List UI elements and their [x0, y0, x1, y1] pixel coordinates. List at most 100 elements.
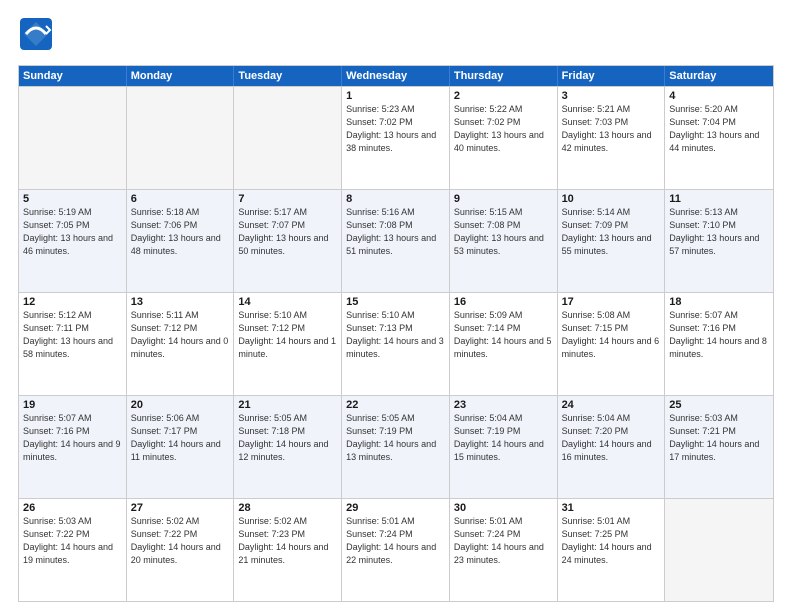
cell-detail: Sunrise: 5:10 AM Sunset: 7:12 PM Dayligh… [238, 309, 337, 361]
day-header-wednesday: Wednesday [342, 66, 450, 86]
calendar-cell: 25Sunrise: 5:03 AM Sunset: 7:21 PM Dayli… [665, 396, 773, 498]
calendar-cell: 21Sunrise: 5:05 AM Sunset: 7:18 PM Dayli… [234, 396, 342, 498]
calendar-cell: 7Sunrise: 5:17 AM Sunset: 7:07 PM Daylig… [234, 190, 342, 292]
cell-detail: Sunrise: 5:05 AM Sunset: 7:19 PM Dayligh… [346, 412, 445, 464]
calendar-week-1: 1Sunrise: 5:23 AM Sunset: 7:02 PM Daylig… [19, 86, 773, 189]
cell-detail: Sunrise: 5:13 AM Sunset: 7:10 PM Dayligh… [669, 206, 769, 258]
calendar-cell: 16Sunrise: 5:09 AM Sunset: 7:14 PM Dayli… [450, 293, 558, 395]
calendar-cell: 18Sunrise: 5:07 AM Sunset: 7:16 PM Dayli… [665, 293, 773, 395]
day-number: 5 [23, 193, 122, 205]
cell-detail: Sunrise: 5:01 AM Sunset: 7:24 PM Dayligh… [454, 515, 553, 567]
cell-detail: Sunrise: 5:03 AM Sunset: 7:22 PM Dayligh… [23, 515, 122, 567]
calendar-cell: 31Sunrise: 5:01 AM Sunset: 7:25 PM Dayli… [558, 499, 666, 601]
calendar-cell: 12Sunrise: 5:12 AM Sunset: 7:11 PM Dayli… [19, 293, 127, 395]
cell-detail: Sunrise: 5:12 AM Sunset: 7:11 PM Dayligh… [23, 309, 122, 361]
calendar-cell [234, 87, 342, 189]
cell-detail: Sunrise: 5:08 AM Sunset: 7:15 PM Dayligh… [562, 309, 661, 361]
cell-detail: Sunrise: 5:15 AM Sunset: 7:08 PM Dayligh… [454, 206, 553, 258]
day-number: 16 [454, 296, 553, 308]
cell-detail: Sunrise: 5:05 AM Sunset: 7:18 PM Dayligh… [238, 412, 337, 464]
calendar-cell: 26Sunrise: 5:03 AM Sunset: 7:22 PM Dayli… [19, 499, 127, 601]
calendar-cell [127, 87, 235, 189]
day-number: 14 [238, 296, 337, 308]
day-number: 7 [238, 193, 337, 205]
day-number: 28 [238, 502, 337, 514]
day-number: 26 [23, 502, 122, 514]
calendar-cell: 22Sunrise: 5:05 AM Sunset: 7:19 PM Dayli… [342, 396, 450, 498]
calendar-header: SundayMondayTuesdayWednesdayThursdayFrid… [19, 66, 773, 86]
calendar-cell: 15Sunrise: 5:10 AM Sunset: 7:13 PM Dayli… [342, 293, 450, 395]
cell-detail: Sunrise: 5:06 AM Sunset: 7:17 PM Dayligh… [131, 412, 230, 464]
calendar-cell: 30Sunrise: 5:01 AM Sunset: 7:24 PM Dayli… [450, 499, 558, 601]
header [18, 16, 774, 57]
day-header-sunday: Sunday [19, 66, 127, 86]
day-number: 19 [23, 399, 122, 411]
cell-detail: Sunrise: 5:03 AM Sunset: 7:21 PM Dayligh… [669, 412, 769, 464]
day-header-friday: Friday [558, 66, 666, 86]
day-number: 10 [562, 193, 661, 205]
calendar-cell: 13Sunrise: 5:11 AM Sunset: 7:12 PM Dayli… [127, 293, 235, 395]
cell-detail: Sunrise: 5:04 AM Sunset: 7:20 PM Dayligh… [562, 412, 661, 464]
cell-detail: Sunrise: 5:23 AM Sunset: 7:02 PM Dayligh… [346, 103, 445, 155]
cell-detail: Sunrise: 5:17 AM Sunset: 7:07 PM Dayligh… [238, 206, 337, 258]
day-header-tuesday: Tuesday [234, 66, 342, 86]
cell-detail: Sunrise: 5:20 AM Sunset: 7:04 PM Dayligh… [669, 103, 769, 155]
day-number: 1 [346, 90, 445, 102]
calendar: SundayMondayTuesdayWednesdayThursdayFrid… [18, 65, 774, 602]
cell-detail: Sunrise: 5:02 AM Sunset: 7:22 PM Dayligh… [131, 515, 230, 567]
cell-detail: Sunrise: 5:16 AM Sunset: 7:08 PM Dayligh… [346, 206, 445, 258]
day-number: 2 [454, 90, 553, 102]
day-number: 17 [562, 296, 661, 308]
cell-detail: Sunrise: 5:22 AM Sunset: 7:02 PM Dayligh… [454, 103, 553, 155]
cell-detail: Sunrise: 5:01 AM Sunset: 7:25 PM Dayligh… [562, 515, 661, 567]
calendar-cell: 17Sunrise: 5:08 AM Sunset: 7:15 PM Dayli… [558, 293, 666, 395]
cell-detail: Sunrise: 5:09 AM Sunset: 7:14 PM Dayligh… [454, 309, 553, 361]
calendar-week-4: 19Sunrise: 5:07 AM Sunset: 7:16 PM Dayli… [19, 395, 773, 498]
logo [18, 16, 58, 57]
calendar-body: 1Sunrise: 5:23 AM Sunset: 7:02 PM Daylig… [19, 86, 773, 601]
calendar-cell: 27Sunrise: 5:02 AM Sunset: 7:22 PM Dayli… [127, 499, 235, 601]
calendar-week-5: 26Sunrise: 5:03 AM Sunset: 7:22 PM Dayli… [19, 498, 773, 601]
cell-detail: Sunrise: 5:02 AM Sunset: 7:23 PM Dayligh… [238, 515, 337, 567]
day-number: 8 [346, 193, 445, 205]
calendar-week-3: 12Sunrise: 5:12 AM Sunset: 7:11 PM Dayli… [19, 292, 773, 395]
day-number: 20 [131, 399, 230, 411]
day-number: 24 [562, 399, 661, 411]
day-number: 30 [454, 502, 553, 514]
cell-detail: Sunrise: 5:14 AM Sunset: 7:09 PM Dayligh… [562, 206, 661, 258]
calendar-cell: 8Sunrise: 5:16 AM Sunset: 7:08 PM Daylig… [342, 190, 450, 292]
day-number: 9 [454, 193, 553, 205]
day-number: 21 [238, 399, 337, 411]
day-number: 3 [562, 90, 661, 102]
day-number: 29 [346, 502, 445, 514]
day-header-saturday: Saturday [665, 66, 773, 86]
day-number: 13 [131, 296, 230, 308]
cell-detail: Sunrise: 5:19 AM Sunset: 7:05 PM Dayligh… [23, 206, 122, 258]
cell-detail: Sunrise: 5:10 AM Sunset: 7:13 PM Dayligh… [346, 309, 445, 361]
calendar-cell: 2Sunrise: 5:22 AM Sunset: 7:02 PM Daylig… [450, 87, 558, 189]
cell-detail: Sunrise: 5:04 AM Sunset: 7:19 PM Dayligh… [454, 412, 553, 464]
day-number: 23 [454, 399, 553, 411]
calendar-week-2: 5Sunrise: 5:19 AM Sunset: 7:05 PM Daylig… [19, 189, 773, 292]
cell-detail: Sunrise: 5:01 AM Sunset: 7:24 PM Dayligh… [346, 515, 445, 567]
cell-detail: Sunrise: 5:07 AM Sunset: 7:16 PM Dayligh… [23, 412, 122, 464]
calendar-cell: 20Sunrise: 5:06 AM Sunset: 7:17 PM Dayli… [127, 396, 235, 498]
cell-detail: Sunrise: 5:18 AM Sunset: 7:06 PM Dayligh… [131, 206, 230, 258]
calendar-cell: 24Sunrise: 5:04 AM Sunset: 7:20 PM Dayli… [558, 396, 666, 498]
day-number: 31 [562, 502, 661, 514]
calendar-cell [665, 499, 773, 601]
calendar-cell: 9Sunrise: 5:15 AM Sunset: 7:08 PM Daylig… [450, 190, 558, 292]
day-number: 12 [23, 296, 122, 308]
calendar-cell: 14Sunrise: 5:10 AM Sunset: 7:12 PM Dayli… [234, 293, 342, 395]
day-header-monday: Monday [127, 66, 235, 86]
day-number: 4 [669, 90, 769, 102]
calendar-cell: 23Sunrise: 5:04 AM Sunset: 7:19 PM Dayli… [450, 396, 558, 498]
day-number: 15 [346, 296, 445, 308]
calendar-cell: 28Sunrise: 5:02 AM Sunset: 7:23 PM Dayli… [234, 499, 342, 601]
calendar-cell: 6Sunrise: 5:18 AM Sunset: 7:06 PM Daylig… [127, 190, 235, 292]
cell-detail: Sunrise: 5:07 AM Sunset: 7:16 PM Dayligh… [669, 309, 769, 361]
day-number: 18 [669, 296, 769, 308]
calendar-cell: 10Sunrise: 5:14 AM Sunset: 7:09 PM Dayli… [558, 190, 666, 292]
page: SundayMondayTuesdayWednesdayThursdayFrid… [0, 0, 792, 612]
day-number: 6 [131, 193, 230, 205]
